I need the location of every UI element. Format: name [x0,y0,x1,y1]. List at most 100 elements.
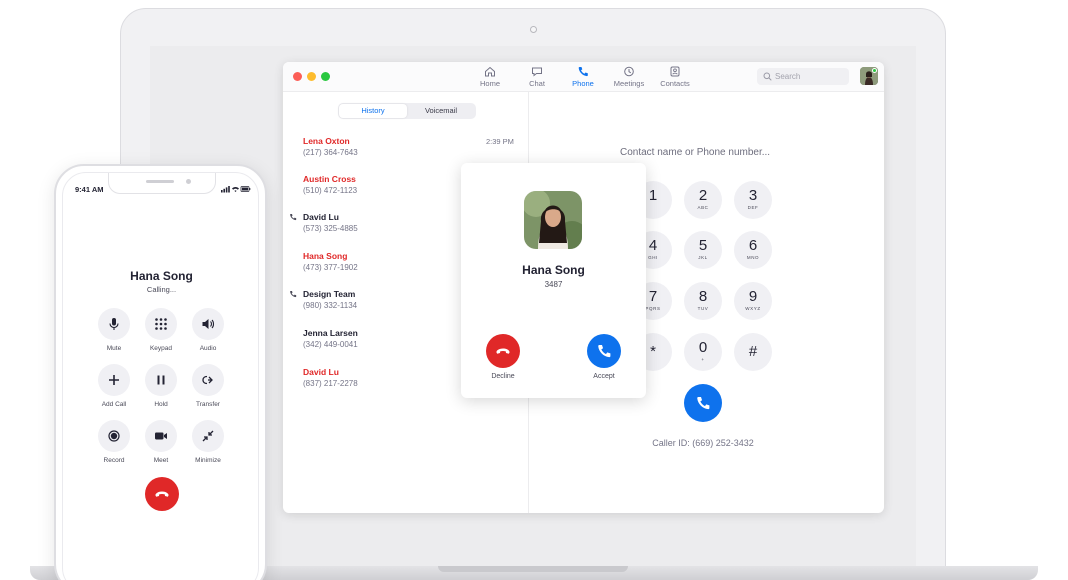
search-icon [763,72,772,81]
dial-key-6[interactable]: 6 MNO [734,231,772,269]
status-bar-icons [221,186,251,193]
pause-icon [157,375,165,385]
caller-number: (217) 364-7643 [303,148,358,157]
key-digit: 3 [748,187,758,204]
incoming-caller-extension: 3487 [544,280,563,289]
keypad-icon [155,318,167,330]
dial-key-5[interactable]: 5 JKL [684,231,722,269]
key-letters: JKL [698,255,708,260]
key-digit: 5 [698,237,708,254]
plus-icon [109,375,119,385]
dial-number-input[interactable] [620,145,820,159]
key-digit: 9 [748,288,758,305]
audio-button[interactable] [192,308,224,340]
nav-chat-label: Chat [529,79,545,88]
nav-home-label: Home [479,79,500,88]
caller-number: (837) 217-2278 [303,379,358,388]
mute-button[interactable] [98,308,130,340]
dial-key-0[interactable]: 0 + [684,333,722,371]
nav-meetings-label: Meetings [613,79,645,88]
caller-number: (342) 449-0041 [303,340,358,349]
caller-photo [524,191,582,249]
calling-contact-name: Hana Song [130,269,193,283]
caller-name: Lena Oxton [303,136,350,146]
key-digit: 8 [698,288,708,305]
chat-icon [532,67,542,77]
phone-icon [598,345,611,358]
dial-key-2[interactable]: 2 ABC [684,181,722,219]
video-icon [155,432,167,440]
nav-meetings[interactable]: Meetings [607,66,651,88]
phone-icon [578,67,588,77]
accept-button[interactable] [587,334,621,368]
minimize-label: Minimize [195,457,221,464]
keypad-button[interactable] [145,308,177,340]
meet-button[interactable] [145,420,177,452]
tab-voicemail[interactable]: Voicemail [407,104,475,118]
speaker-icon [202,319,215,329]
nav-phone[interactable]: Phone [561,66,605,88]
mobile-screen: 9:41 AM Hana Song Calling... Mute Keypad… [62,172,259,580]
key-digit: 2 [698,187,708,204]
dial-key-8[interactable]: 8 TUV [684,282,722,320]
minimize-icon [202,430,214,442]
nav-contacts[interactable]: Contacts [653,66,697,88]
nav-chat[interactable]: Chat [515,66,559,88]
key-letters: WXYZ [745,306,761,311]
caller-name: Austin Cross [303,174,356,184]
caller-number: (473) 377-1902 [303,263,358,272]
dial-key-3[interactable]: 3 DEF [734,181,772,219]
nav-home[interactable]: Home [468,66,512,88]
accept-label: Accept [593,373,615,380]
search-box[interactable] [757,68,849,85]
key-letters: + [701,357,705,362]
speaker-grille [146,180,174,183]
marketing-scene: Home Chat Phone Meetings Contacts Search… [0,0,1068,580]
phone-icon [697,397,710,410]
contacts-icon [670,66,680,77]
close-window-button[interactable] [293,72,302,81]
laptop-notch [438,566,628,572]
incoming-call-card: Hana Song 3487 Decline Accept [461,163,646,398]
mobile-phone: 9:41 AM Hana Song Calling... Mute Keypad… [54,164,267,580]
caller-name: Hana Song [303,251,348,261]
laptop-camera [530,26,537,33]
key-letters: ABC [697,205,709,210]
status-bar-time: 9:41 AM [75,185,104,194]
user-avatar[interactable] [860,67,878,85]
caller-number: (573) 325-4885 [303,224,358,233]
caller-id-text: Caller ID: (669) 252-3432 [652,438,754,448]
caller-number: (980) 332-1134 [303,301,358,310]
key-digit: # [748,343,758,360]
hold-button[interactable] [145,364,177,396]
key-digit: 6 [748,237,758,254]
caller-number: (510) 472-1123 [303,186,358,195]
add-call-button[interactable] [98,364,130,396]
dial-key-hash[interactable]: # [734,333,772,371]
end-call-button[interactable] [145,477,179,511]
dial-key-9[interactable]: 9 WXYZ [734,282,772,320]
tab-history[interactable]: History [339,104,407,118]
maximize-window-button[interactable] [321,72,330,81]
history-voicemail-toggle: History Voicemail [338,103,476,119]
search-input[interactable] [775,70,845,83]
online-status-dot [872,68,877,73]
title-bar: Home Chat Phone Meetings Contacts [283,62,884,92]
decline-button[interactable] [486,334,520,368]
transfer-button[interactable] [192,364,224,396]
key-letters: MNO [746,255,760,260]
clock-icon [624,66,634,77]
minimize-window-button[interactable] [307,72,316,81]
front-camera [186,179,191,184]
transfer-label: Transfer [196,401,220,408]
record-button[interactable] [98,420,130,452]
nav-contacts-label: Contacts [660,79,690,88]
mic-icon [109,318,119,330]
place-call-button[interactable] [684,384,722,422]
key-letters: DEF [747,205,759,210]
caller-name: David Lu [303,367,339,377]
minimize-button[interactable] [192,420,224,452]
hang-up-icon [496,348,510,354]
caller-name: Design Team [303,289,356,299]
caller-name: David Lu [303,212,339,222]
